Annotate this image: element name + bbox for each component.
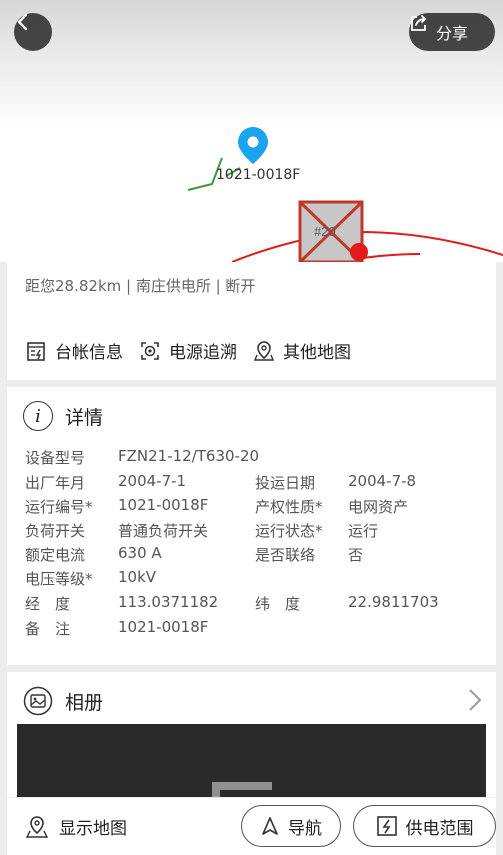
ledger-info-button[interactable]: 台帐信息 xyxy=(25,338,123,363)
navigation-arrow-icon xyxy=(262,817,278,835)
supply-range-label: 供电范围 xyxy=(405,818,474,839)
share-icon xyxy=(411,15,427,31)
chevron-right-icon[interactable] xyxy=(468,688,482,719)
bottom-bar: 显示地图 导航 供电范围 xyxy=(7,797,496,855)
field-voltage-level: 电压等级* 10kV xyxy=(25,568,157,588)
field-manufacture-date: 出厂年月 2004-7-1 xyxy=(25,472,187,492)
marker-label: 1021-0018F xyxy=(216,167,301,183)
map-marker-icon xyxy=(25,815,49,838)
power-range-icon xyxy=(376,816,397,836)
details-card: i 详情 设备型号 FZN21-12/T630-20 出厂年月 2004-7-1 投… xyxy=(7,387,496,665)
navigate-label: 导航 xyxy=(288,818,322,839)
field-commission-date: 投运日期 2004-7-8 xyxy=(255,472,417,492)
other-map-label: 其他地图 xyxy=(283,343,351,363)
power-trace-button[interactable]: 电源追溯 xyxy=(139,338,237,363)
field-ownership: 产权性质* 电网资产 xyxy=(255,498,409,516)
field-latitude: 纬 度 22.9811703 xyxy=(255,593,439,613)
chevron-left-icon xyxy=(17,13,28,31)
field-tie-line: 是否联络否 xyxy=(255,546,364,564)
ledger-info-label: 台帐信息 xyxy=(55,343,123,363)
share-button[interactable]: 分享 xyxy=(409,13,495,51)
field-longitude: 经 度 113.0371182 xyxy=(25,593,219,613)
action-row: 台帐信息 电源追溯 其他地图 xyxy=(25,338,351,363)
album-header: 相册 xyxy=(23,686,103,716)
album-title: 相册 xyxy=(65,691,104,714)
details-header: i 详情 xyxy=(23,401,103,431)
show-map-label: 显示地图 xyxy=(59,819,127,839)
other-map-button[interactable]: 其他地图 xyxy=(253,338,351,363)
distance-status-line: 距您28.82km | 南庄供电所 | 断开 xyxy=(25,277,256,295)
red-node xyxy=(350,243,368,261)
field-run-status: 运行状态* 运行 xyxy=(255,522,379,540)
back-button[interactable] xyxy=(14,13,52,51)
location-pin-dot xyxy=(247,136,259,148)
map-pin-icon xyxy=(253,340,275,361)
trace-icon xyxy=(141,341,159,360)
map-view[interactable]: #20 1021-0018F 分享 xyxy=(0,0,503,262)
show-map-button[interactable]: 显示地图 xyxy=(25,814,127,839)
photo-icon xyxy=(23,686,53,716)
details-title: 详情 xyxy=(65,406,104,429)
info-card: 距您28.82km | 南庄供电所 | 断开 台帐信息 电源追溯 其他地图 xyxy=(7,262,496,380)
switch-box-label: #20 xyxy=(314,224,336,239)
navigate-button[interactable]: 导航 xyxy=(241,805,341,847)
field-load-switch: 负荷开关 普通负荷开关 xyxy=(25,522,209,540)
field-model: 设备型号 FZN21-12/T630-20 xyxy=(25,447,260,467)
power-trace-label: 电源追溯 xyxy=(169,343,237,363)
supply-range-button[interactable]: 供电范围 xyxy=(353,805,496,847)
ledger-icon xyxy=(27,341,45,361)
share-label: 分享 xyxy=(435,24,468,43)
field-operation-number: 运行编号* 1021-0018F xyxy=(25,496,209,516)
field-remarks: 备 注 1021-0018F xyxy=(25,618,209,638)
info-icon: i xyxy=(23,401,53,431)
field-rated-current: 额定电流 630 A xyxy=(25,544,162,564)
